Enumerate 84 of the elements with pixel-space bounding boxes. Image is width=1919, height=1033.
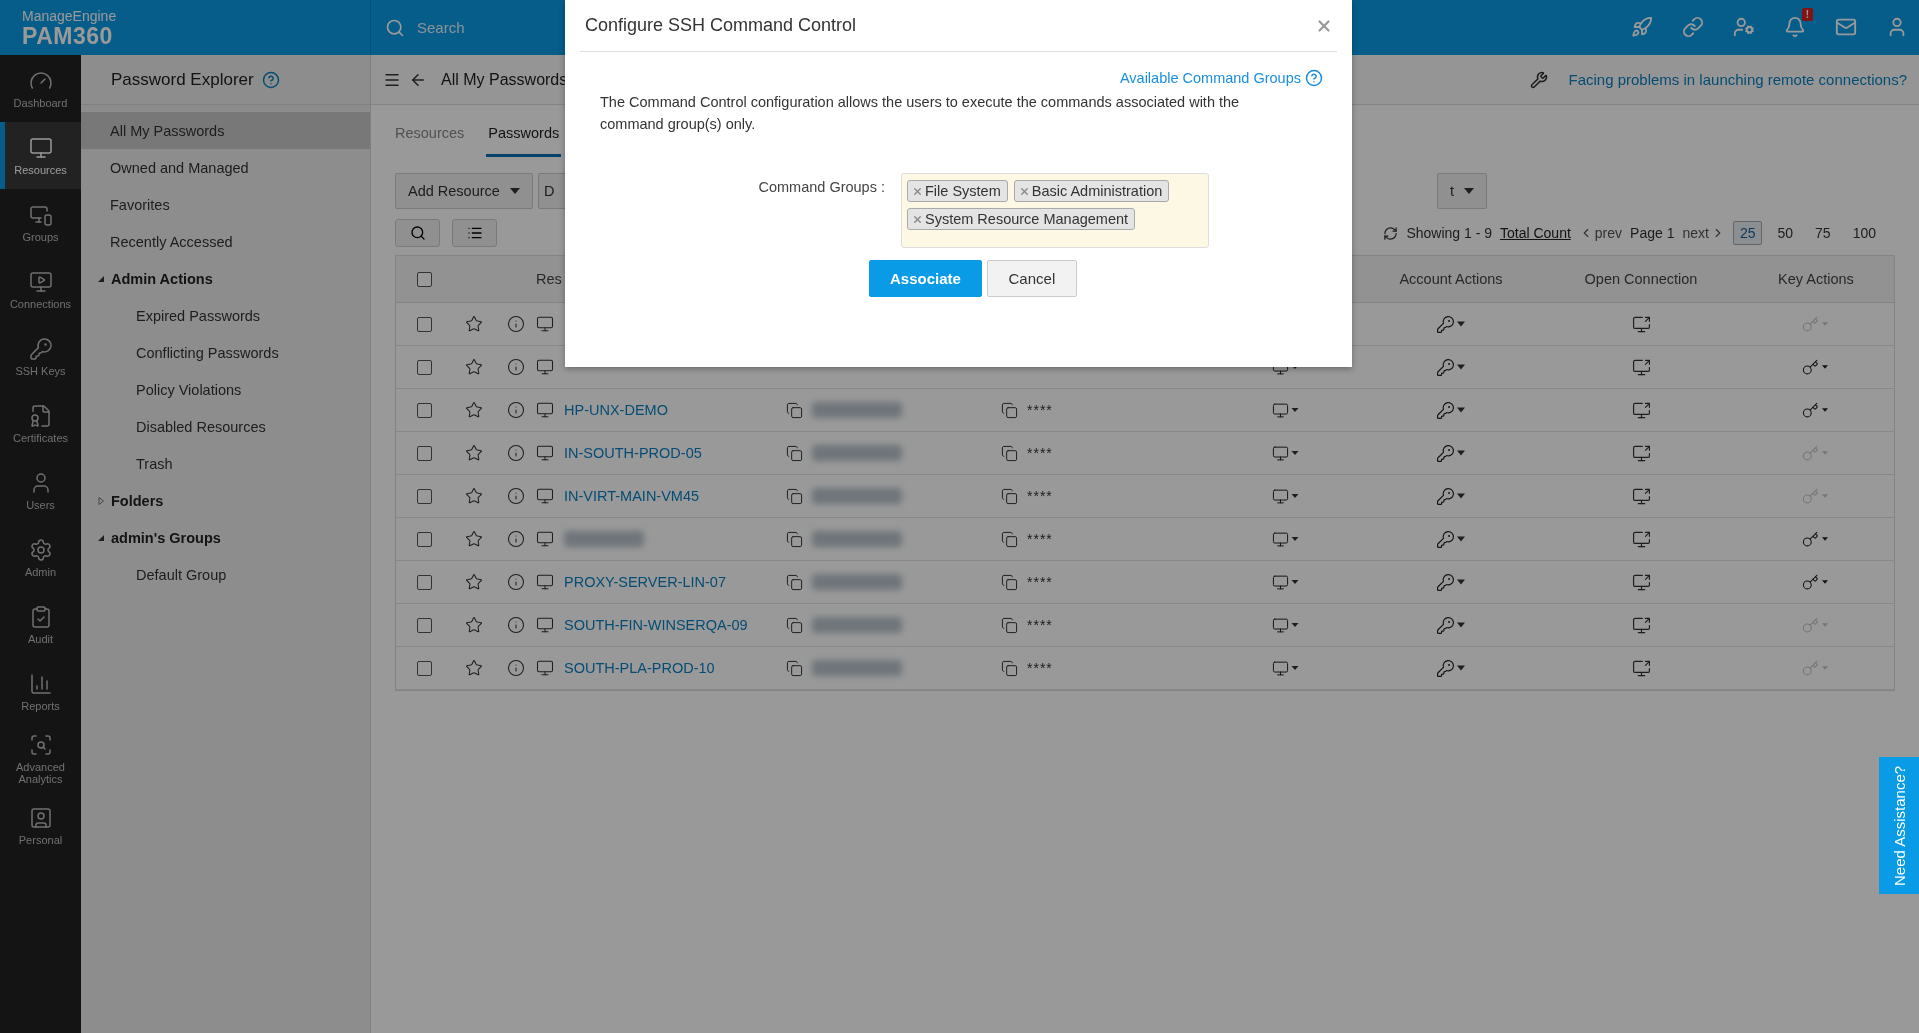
tab[interactable]: Resources bbox=[393, 121, 467, 157]
nav-label: Users bbox=[26, 498, 55, 511]
nav-label: Connections bbox=[9, 297, 72, 310]
page-title: All My Passwords bbox=[441, 70, 568, 89]
resource-link[interactable]: SOUTH-FIN-WINSERQA-09 bbox=[564, 617, 748, 633]
field-label: Command Groups : bbox=[758, 178, 885, 195]
tree-item[interactable]: All My Passwords bbox=[81, 112, 370, 149]
tree-item[interactable]: Disabled Resources bbox=[81, 408, 370, 445]
password-mask: **** bbox=[1027, 660, 1053, 676]
tag[interactable]: System Resource Management bbox=[907, 208, 1136, 230]
tree-group[interactable]: admin's Groups bbox=[81, 519, 370, 556]
page-size-option[interactable]: 50 bbox=[1770, 221, 1801, 245]
nav-item[interactable]: Personal bbox=[0, 792, 81, 859]
assistance-tab[interactable]: Need Assistance? bbox=[1879, 757, 1919, 894]
toolbar-button[interactable]: Add Resource bbox=[395, 173, 533, 209]
product-name: PAM360 bbox=[22, 23, 113, 48]
showing-count: Showing 1 - 9 bbox=[1406, 225, 1492, 241]
column-header: Key Actions bbox=[1778, 271, 1854, 287]
password-mask: **** bbox=[1027, 445, 1053, 461]
available-groups-link[interactable]: Available Command Groups bbox=[1119, 69, 1323, 87]
brand-name: ManageEngine bbox=[22, 7, 118, 24]
toolbar-button[interactable]: t bbox=[1436, 173, 1487, 209]
resource-link[interactable]: SOUTH-PLA-PROD-10 bbox=[564, 660, 715, 676]
tree-group[interactable]: Admin Actions bbox=[81, 260, 370, 297]
page-size-option[interactable]: 25 bbox=[1732, 221, 1763, 245]
tag[interactable]: Basic Administration bbox=[1013, 180, 1170, 202]
page-number: Page 1 bbox=[1630, 225, 1675, 241]
associate-button[interactable]: Associate bbox=[869, 260, 982, 297]
tree-item[interactable]: Conflicting Passwords bbox=[81, 334, 370, 371]
nav-item[interactable]: Reports bbox=[0, 658, 81, 725]
cancel-button[interactable]: Cancel bbox=[986, 260, 1077, 297]
password-mask: **** bbox=[1027, 402, 1053, 418]
nav-label: Personal bbox=[18, 833, 63, 846]
nav-item[interactable]: Dashboard bbox=[0, 55, 81, 122]
column-header: Open Connection bbox=[1584, 271, 1698, 287]
password-mask: **** bbox=[1027, 531, 1053, 547]
nav-label: Resources bbox=[14, 163, 67, 176]
resource-link[interactable]: HP-UNX-DEMO bbox=[564, 402, 668, 418]
tree-item[interactable]: Owned and Managed bbox=[81, 149, 370, 186]
column-header: Account Actions bbox=[1399, 271, 1503, 287]
password-mask: **** bbox=[1027, 617, 1053, 633]
tree-group[interactable]: Folders bbox=[81, 482, 370, 519]
tree-item[interactable]: Recently Accessed bbox=[81, 223, 370, 260]
tree-item[interactable]: Trash bbox=[81, 445, 370, 482]
nav-item[interactable]: Users bbox=[0, 457, 81, 524]
nav-item[interactable]: Certificates bbox=[0, 390, 81, 457]
command-groups-field[interactable]: File System Basic Administration System Resource Management bbox=[901, 173, 1209, 248]
tree-item[interactable]: Default Group bbox=[81, 556, 370, 593]
notification-badge: ! bbox=[1802, 8, 1813, 21]
page-size-option[interactable]: 75 bbox=[1808, 221, 1838, 245]
resource-link[interactable]: IN-VIRT-MAIN-VM45 bbox=[564, 488, 700, 504]
nav-label: Certificates bbox=[13, 431, 68, 444]
nav-item[interactable]: Connections bbox=[0, 256, 81, 323]
prev-link[interactable]: prev bbox=[1578, 225, 1623, 241]
resource-link[interactable]: IN-SOUTH-PROD-05 bbox=[564, 445, 702, 461]
nav-item[interactable]: Admin bbox=[0, 524, 81, 591]
tag[interactable]: File System bbox=[907, 180, 1008, 202]
nav-label: Groups bbox=[22, 230, 59, 243]
nav-label: Advanced Analytics bbox=[15, 760, 66, 785]
nav-item[interactable]: Audit bbox=[0, 591, 81, 658]
password-mask: **** bbox=[1027, 574, 1053, 590]
tab[interactable]: Passwords bbox=[486, 121, 562, 157]
nav-label: SSH Keys bbox=[15, 364, 66, 377]
panel-title: Password Explorer bbox=[111, 69, 254, 90]
nav-label: Admin bbox=[24, 565, 57, 578]
nav-label: Audit bbox=[27, 632, 54, 645]
help-link[interactable]: Facing problems in launching remote connections? bbox=[1568, 71, 1907, 88]
page-size-option[interactable]: 100 bbox=[1845, 221, 1883, 245]
column-header: Res bbox=[536, 271, 562, 287]
dialog-title: Configure SSH Command Control bbox=[585, 15, 857, 36]
nav-item[interactable]: SSH Keys bbox=[0, 323, 81, 390]
nav-item[interactable]: Groups bbox=[0, 189, 81, 256]
resource-link[interactable]: PROXY-SERVER-LIN-07 bbox=[564, 574, 726, 590]
dialog-description: The Command Control configuration allows the users to execute the commands associated with the command group(s) only. bbox=[600, 93, 1241, 134]
tree-item[interactable]: Expired Passwords bbox=[81, 297, 370, 334]
tree-item[interactable]: Favorites bbox=[81, 186, 370, 223]
nav-label: Reports bbox=[21, 699, 60, 712]
password-mask: **** bbox=[1027, 488, 1053, 504]
tree-item[interactable]: Policy Violations bbox=[81, 371, 370, 408]
nav-label: Dashboard bbox=[13, 96, 68, 109]
nav-item[interactable]: Advanced Analytics bbox=[0, 725, 81, 792]
next-link[interactable]: next bbox=[1682, 225, 1725, 241]
total-count-link[interactable]: Total Count bbox=[1500, 225, 1571, 241]
nav-item[interactable]: Resources bbox=[0, 122, 81, 189]
